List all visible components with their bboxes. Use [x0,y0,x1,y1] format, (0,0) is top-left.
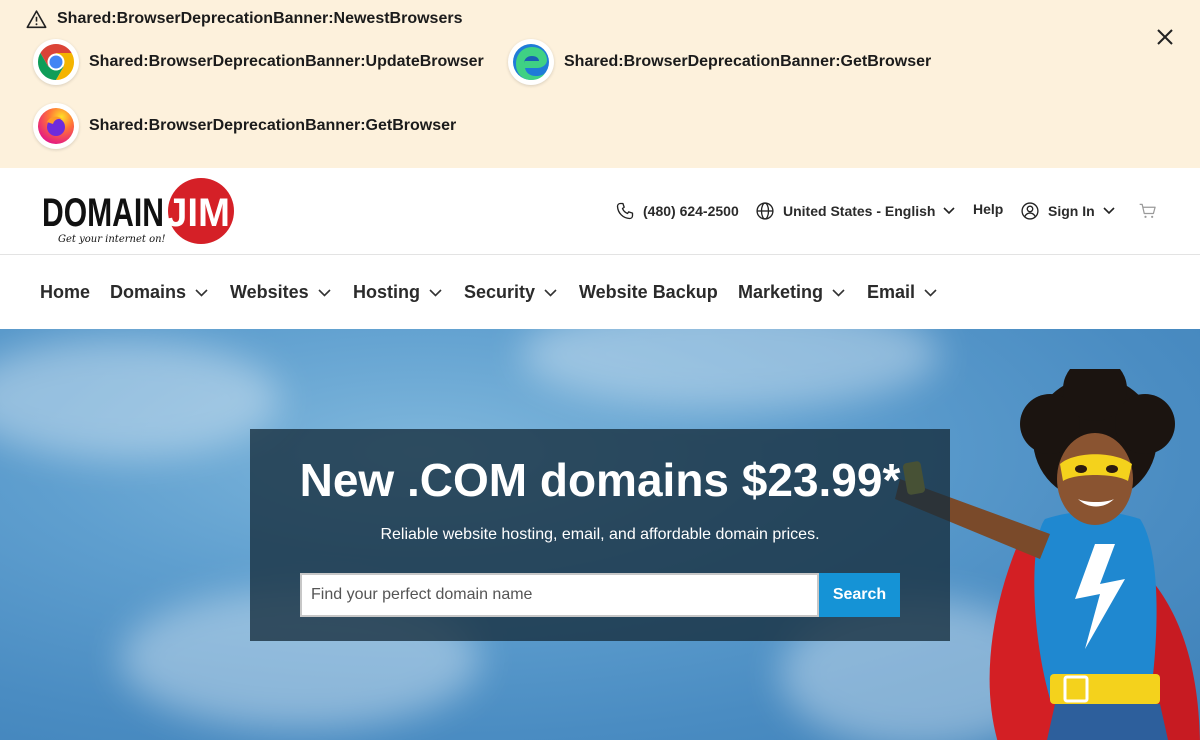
locale-selector[interactable]: United States - English [755,201,956,221]
hero-subline: Reliable website hosting, email, and aff… [380,526,820,543]
search-button[interactable]: Search [819,573,900,617]
chevron-down-icon [429,288,442,297]
help-link[interactable]: Help [973,201,1003,217]
firefox-browser-link[interactable]: Shared:BrowserDeprecationBanner:GetBrows… [33,103,456,149]
sign-in-label: Sign In [1048,203,1095,219]
site-header: DOMAIN JIM Get your internet on! (480) 6… [0,168,1200,255]
logo-word-jim: JIM [166,191,230,235]
domainjim-logo[interactable]: DOMAIN JIM Get your internet on! [40,176,240,248]
chrome-browser-label: Shared:BrowserDeprecationBanner:UpdateBr… [89,53,484,70]
phone-icon [616,202,634,220]
chevron-down-icon [924,288,937,297]
phone-link[interactable]: (480) 624-2500 [615,201,739,221]
nav-item-security[interactable]: Security [464,282,557,303]
globe-icon [756,202,774,220]
edge-browser-link[interactable]: Shared:BrowserDeprecationBanner:GetBrows… [508,39,931,85]
chevron-down-icon [318,288,331,297]
cart-button[interactable] [1138,201,1158,221]
promo-panel: New .COM domains $23.99* Reliable websit… [250,429,950,641]
nav-item-hosting[interactable]: Hosting [353,282,442,303]
nav-item-websites[interactable]: Websites [230,282,331,303]
warning-icon [26,10,47,29]
firefox-browser-label: Shared:BrowserDeprecationBanner:GetBrows… [89,117,457,134]
nav-item-label: Website Backup [579,282,718,302]
user-icon [1021,202,1039,220]
nav-item-home[interactable]: Home [40,282,90,303]
nav-item-domains[interactable]: Domains [110,282,208,303]
cloud-decoration [0,339,280,459]
browser-deprecation-banner: Shared:BrowserDeprecationBanner:NewestBr… [0,0,1200,168]
main-navigation: Home Domains Websites Hosting Security W… [0,255,1200,329]
domain-search-input[interactable] [300,573,819,617]
nav-item-label: Marketing [738,282,824,302]
chevron-down-icon [195,288,208,297]
banner-title-row: Shared:BrowserDeprecationBanner:NewestBr… [26,9,462,29]
nav-item-email[interactable]: Email [867,282,937,303]
nav-item-label: Email [867,282,916,302]
cart-icon [1139,203,1156,218]
phone-number: (480) 624-2500 [643,203,739,219]
nav-item-marketing[interactable]: Marketing [738,282,845,303]
sign-in-menu[interactable]: Sign In [1020,201,1115,221]
edge-browser-label: Shared:BrowserDeprecationBanner:GetBrows… [564,53,932,70]
chrome-browser-link[interactable]: Shared:BrowserDeprecationBanner:UpdateBr… [33,39,484,85]
logo-tagline: Get your internet on! [58,234,166,245]
chevron-down-icon [1103,207,1115,215]
banner-title: Shared:BrowserDeprecationBanner:NewestBr… [57,10,463,27]
chrome-icon [33,39,79,85]
chevron-down-icon [832,288,845,297]
firefox-icon [33,103,79,149]
help-label: Help [973,201,1004,217]
chevron-down-icon [943,207,956,215]
hero-section: New .COM domains $23.99* Reliable websit… [0,329,1200,740]
close-icon[interactable] [1154,26,1176,48]
nav-item-label: Domains [110,282,187,302]
nav-item-label: Home [40,282,91,302]
nav-item-label: Hosting [353,282,420,302]
nav-item-website-backup[interactable]: Website Backup [579,282,718,303]
nav-item-label: Websites [230,282,309,302]
logo-word-domain: DOMAIN [42,191,164,235]
nav-item-label: Security [464,282,536,302]
edge-icon [508,39,554,85]
chevron-down-icon [544,288,557,297]
hero-headline: New .COM domains $23.99* [299,454,901,506]
locale-label: United States - English [783,203,936,219]
